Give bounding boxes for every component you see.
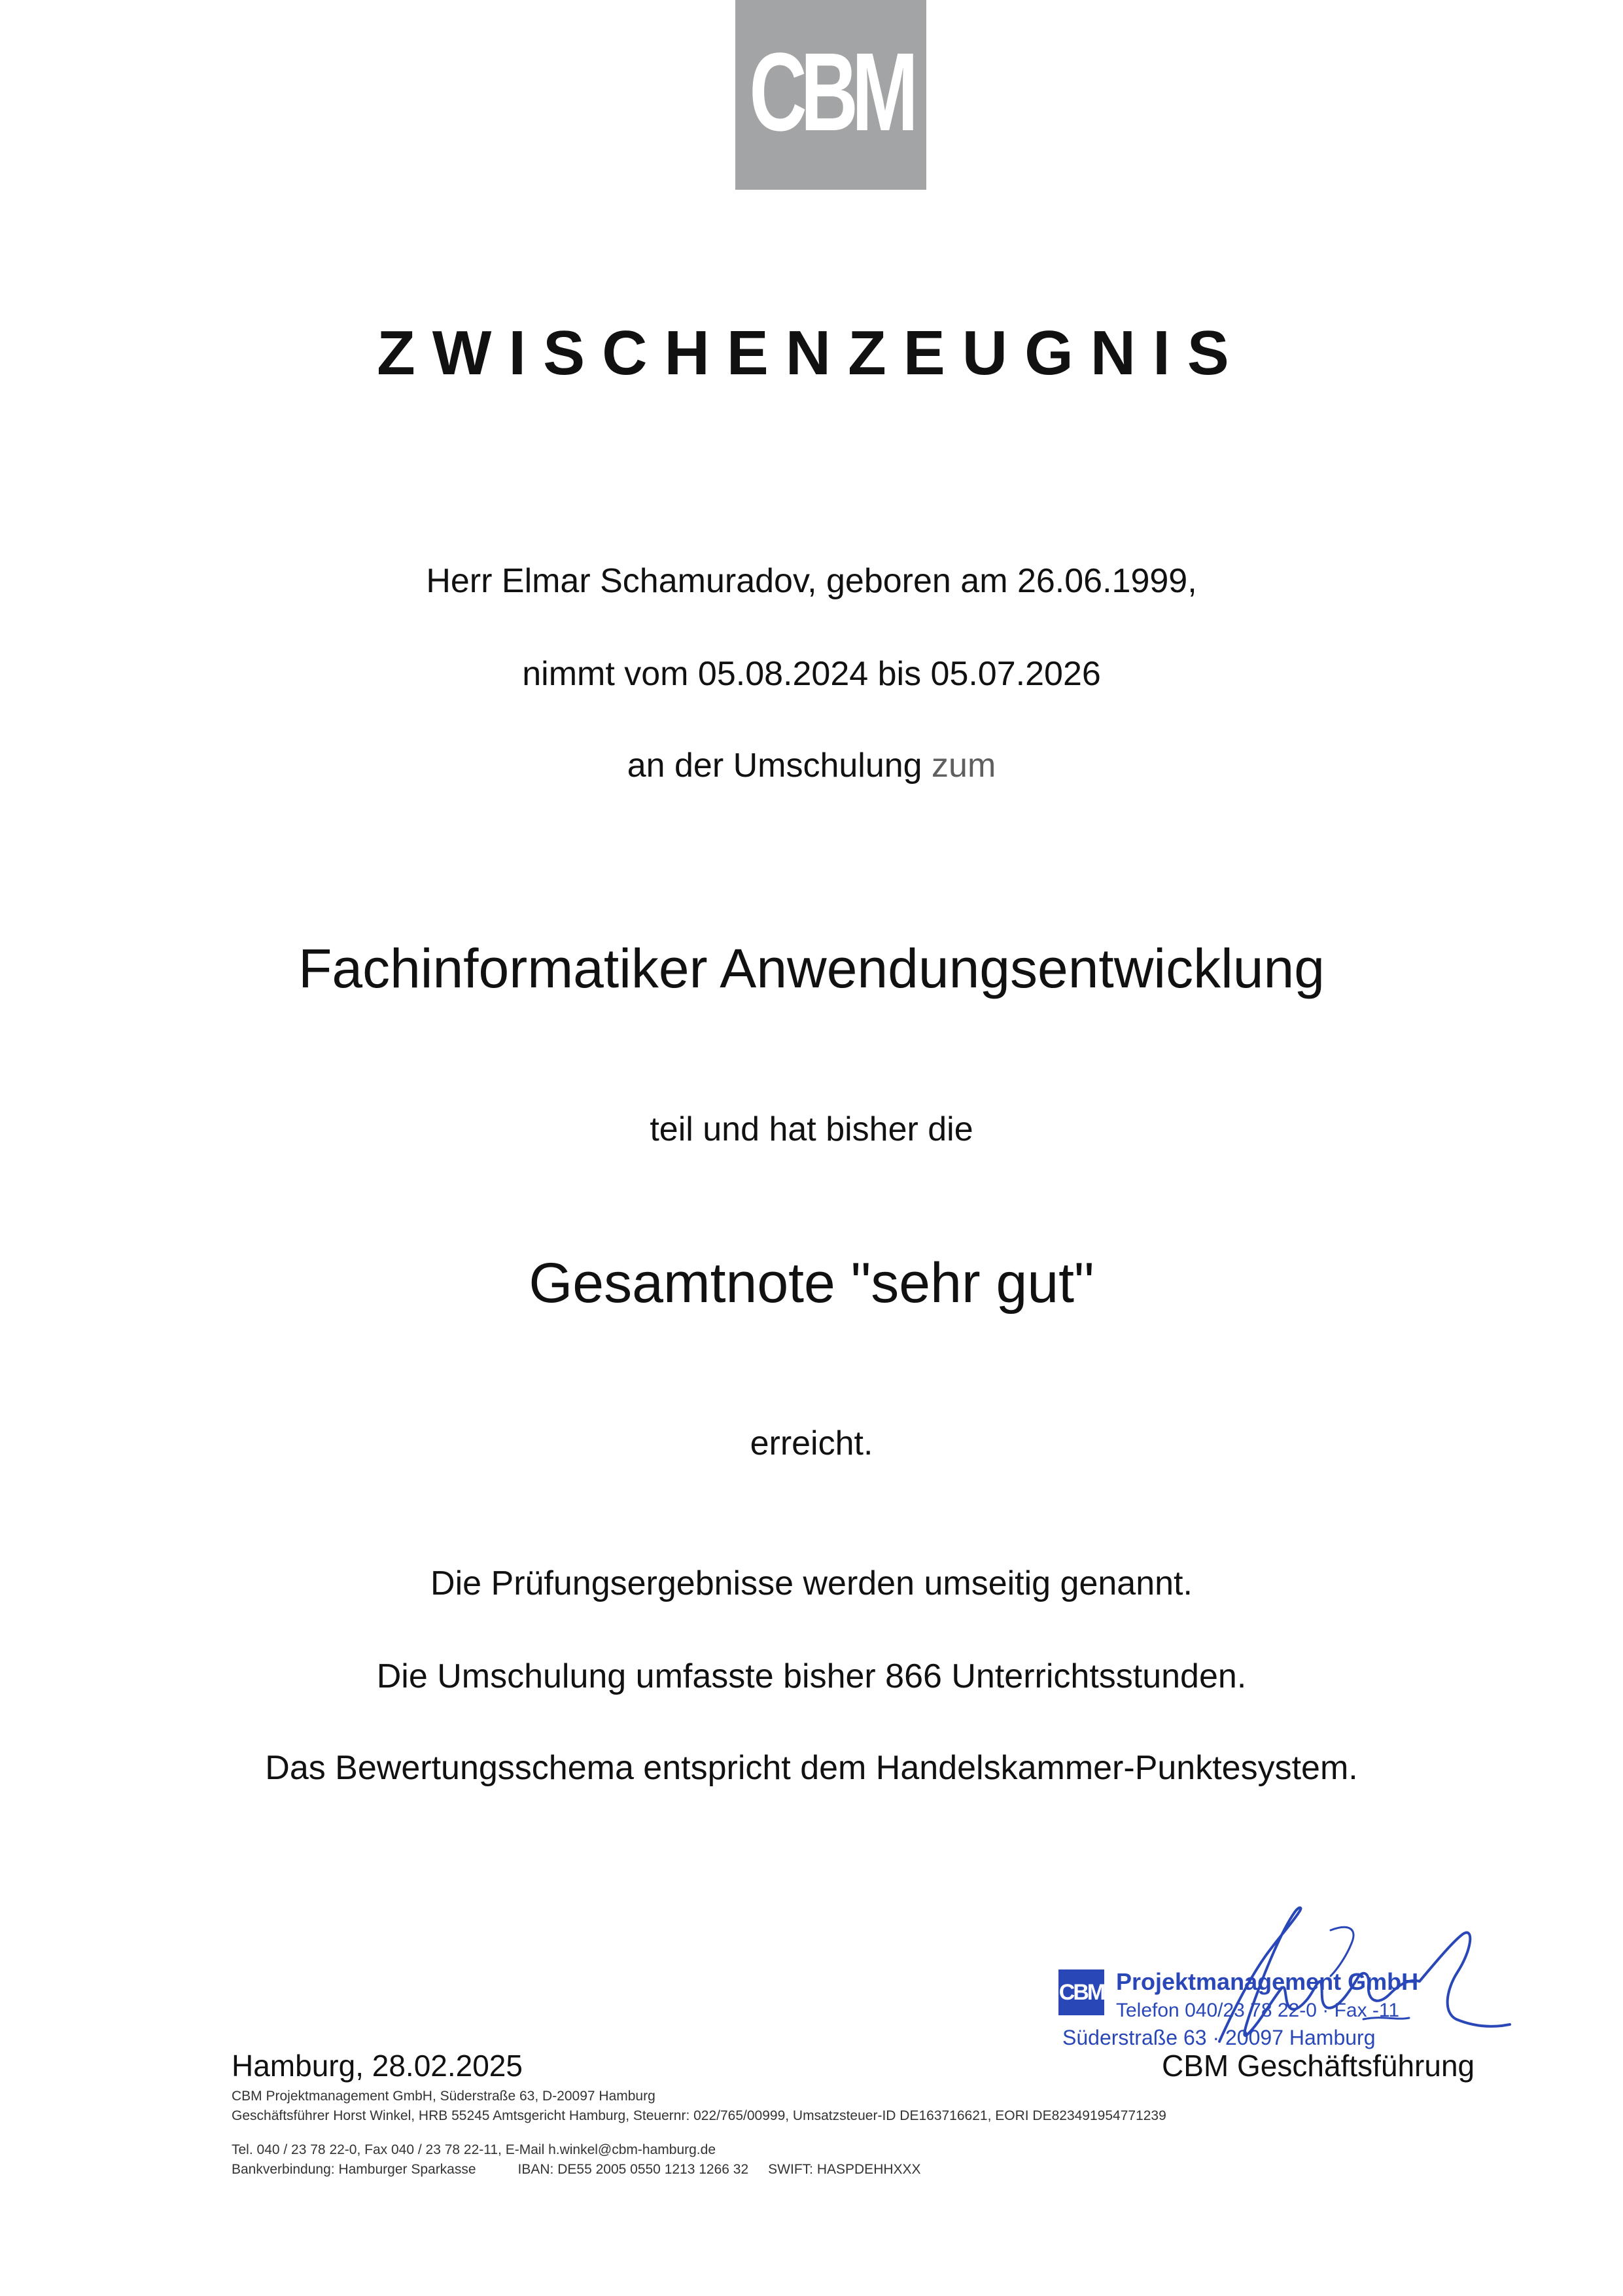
footer-bank-label: Bankverbindung: Hamburger Sparkasse [232,2162,476,2177]
footer-registration: Geschäftsführer Horst Winkel, HRB 55245 … [232,2108,1166,2123]
handwritten-signature [1218,1906,1511,2043]
company-stamp: CBM Projektmanagement GmbH Telefon 040/2… [1056,1904,1514,2068]
program-line: an der Umschulung zum [0,749,1623,783]
footer-iban: IBAN: DE55 2005 0550 1213 1266 32 [517,2162,749,2177]
document-title: ZWISCHENZEUGNIS [377,318,1246,388]
results-note: Die Prüfungsergebnisse werden umseitig g… [430,1564,1193,1602]
place-and-date: Hamburg, 28.02.2025 [232,2049,523,2083]
logo-text: CBM [749,30,919,154]
program-line-muted: zum [932,747,996,785]
signatory: CBM Geschäftsführung [1162,2049,1475,2083]
period-line: nimmt vom 05.08.2024 bis 05.07.2026 [522,655,1101,693]
grade-heading: Gesamtnote "sehr gut" [529,1252,1094,1315]
footer-swift: SWIFT: HASPDEHHXXX [768,2162,921,2177]
grading-scheme-note: Das Bewertungsschema entspricht dem Hand… [265,1749,1358,1787]
program-line-main: an der Umschulung [627,747,932,785]
cbm-logo: CBM [735,0,926,190]
footer-company-address: CBM Projektmanagement GmbH, Süderstraße … [232,2089,655,2104]
footer-bank: Bankverbindung: Hamburger Sparkasse IBAN:… [232,2163,921,2176]
participation-line: teil und hat bisher die [650,1110,973,1148]
profession-heading: Fachinformatiker Anwendungsentwicklung [298,938,1325,999]
intro-line: Herr Elmar Schamuradov, geboren am 26.06… [426,562,1197,600]
achieved-line: erreicht. [750,1424,873,1462]
hours-note: Die Umschulung umfasste bisher 866 Unter… [376,1657,1247,1695]
footer-contact: Tel. 040 / 23 78 22-0, Fax 040 / 23 78 2… [232,2142,716,2157]
